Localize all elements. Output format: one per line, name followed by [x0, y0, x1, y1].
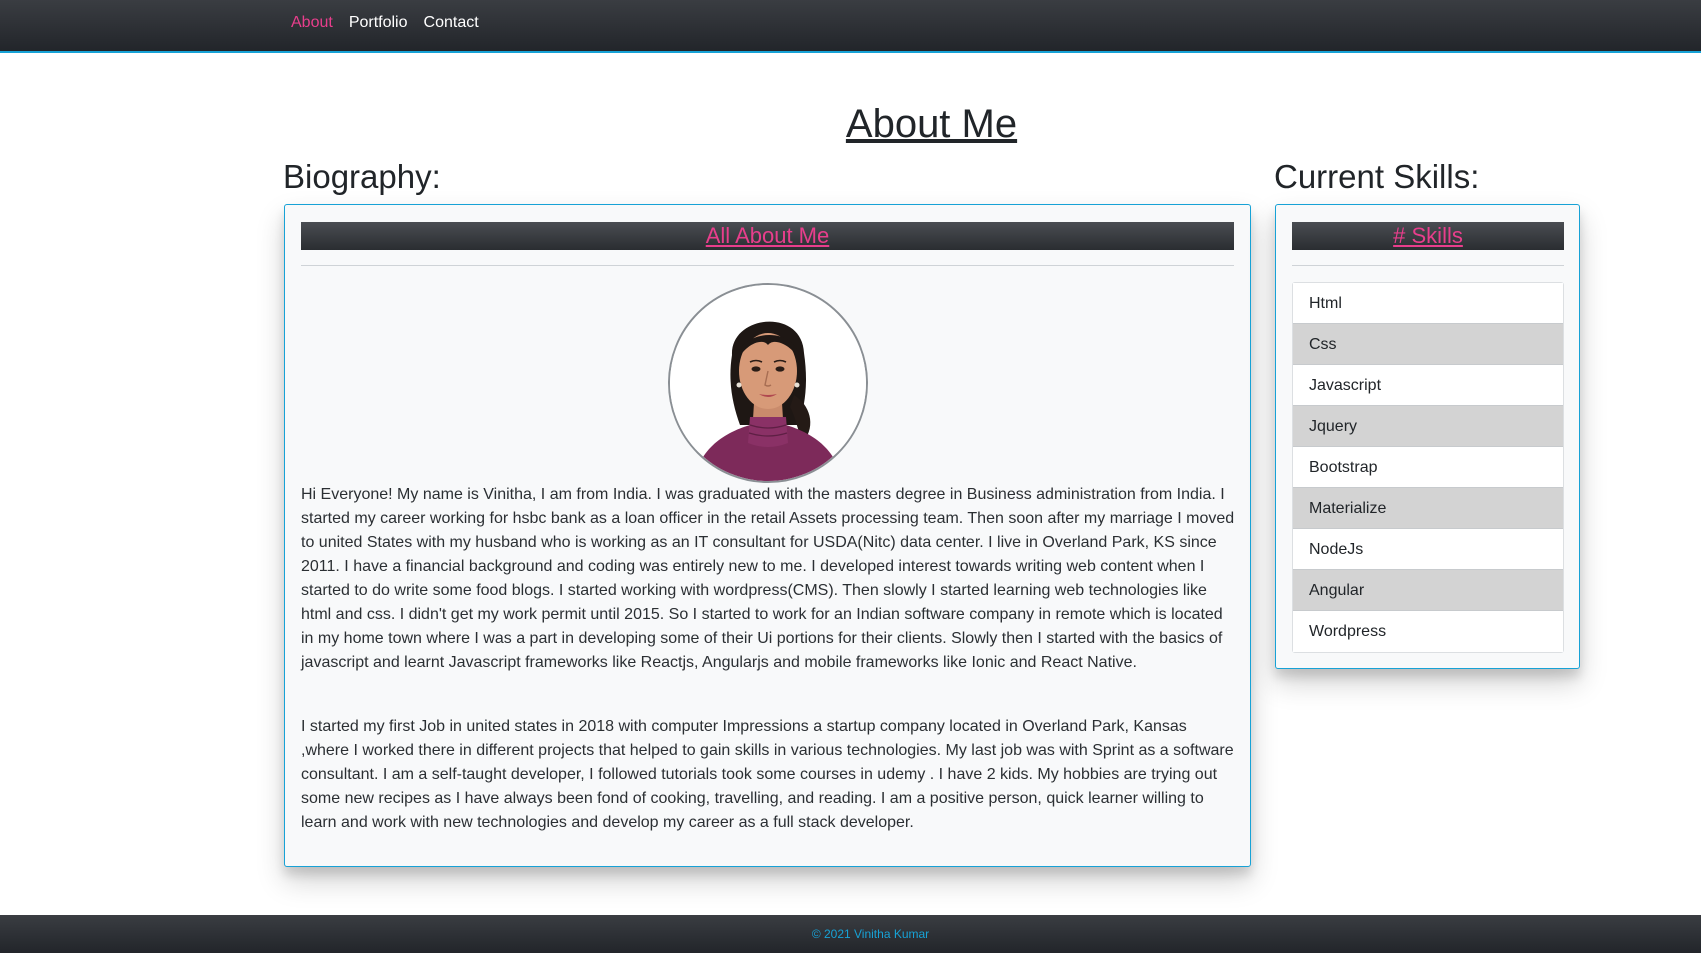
biography-card: All About Me Hi Everyone! My name is Vin… [284, 204, 1251, 867]
skill-item-wordpress: Wordpress [1293, 611, 1563, 652]
nav-link-portfolio[interactable]: Portfolio [349, 14, 408, 32]
skill-item-css: Css [1293, 324, 1563, 365]
biography-paragraph: Hi Everyone! My name is Vinitha, I am fr… [301, 486, 1235, 671]
skills-card: # Skills Html Css Javascript Jquery Boot… [1275, 204, 1580, 669]
skill-item-materialize: Materialize [1293, 488, 1563, 529]
skill-item-jquery: Jquery [1293, 406, 1563, 447]
skills-list: Html Css Javascript Jquery Bootstrap Mat… [1292, 282, 1564, 653]
card-divider [301, 265, 1234, 266]
top-navbar: About Portfolio Contact [0, 0, 1701, 53]
biography-card-header: All About Me [301, 222, 1234, 250]
skill-item-javascript: Javascript [1293, 365, 1563, 406]
page-title: About Me [845, 102, 1018, 146]
skills-card-header: # Skills [1292, 222, 1564, 250]
skills-heading: Current Skills: [1274, 158, 1480, 195]
nav-links: About Portfolio Contact [291, 14, 479, 32]
skill-item-angular: Angular [1293, 570, 1563, 611]
skill-item-html: Html [1293, 283, 1563, 324]
skill-item-nodejs: NodeJs [1293, 529, 1563, 570]
skills-card-title-link[interactable]: # Skills [1393, 223, 1463, 248]
nav-link-about[interactable]: About [291, 14, 333, 32]
copyright-text: © 2021 Vinitha Kumar [811, 927, 930, 941]
biography-heading: Biography: [283, 158, 441, 195]
biography-card-title-link[interactable]: All About Me [706, 223, 830, 248]
skill-item-bootstrap: Bootstrap [1293, 447, 1563, 488]
profile-avatar [668, 283, 868, 483]
card-divider [1292, 265, 1564, 266]
nav-link-contact[interactable]: Contact [424, 14, 479, 32]
biography-paragraph: I started my first Job in united states … [301, 718, 1234, 831]
profile-photo-icon [670, 285, 866, 481]
page-footer: © 2021 Vinitha Kumar [0, 915, 1701, 953]
